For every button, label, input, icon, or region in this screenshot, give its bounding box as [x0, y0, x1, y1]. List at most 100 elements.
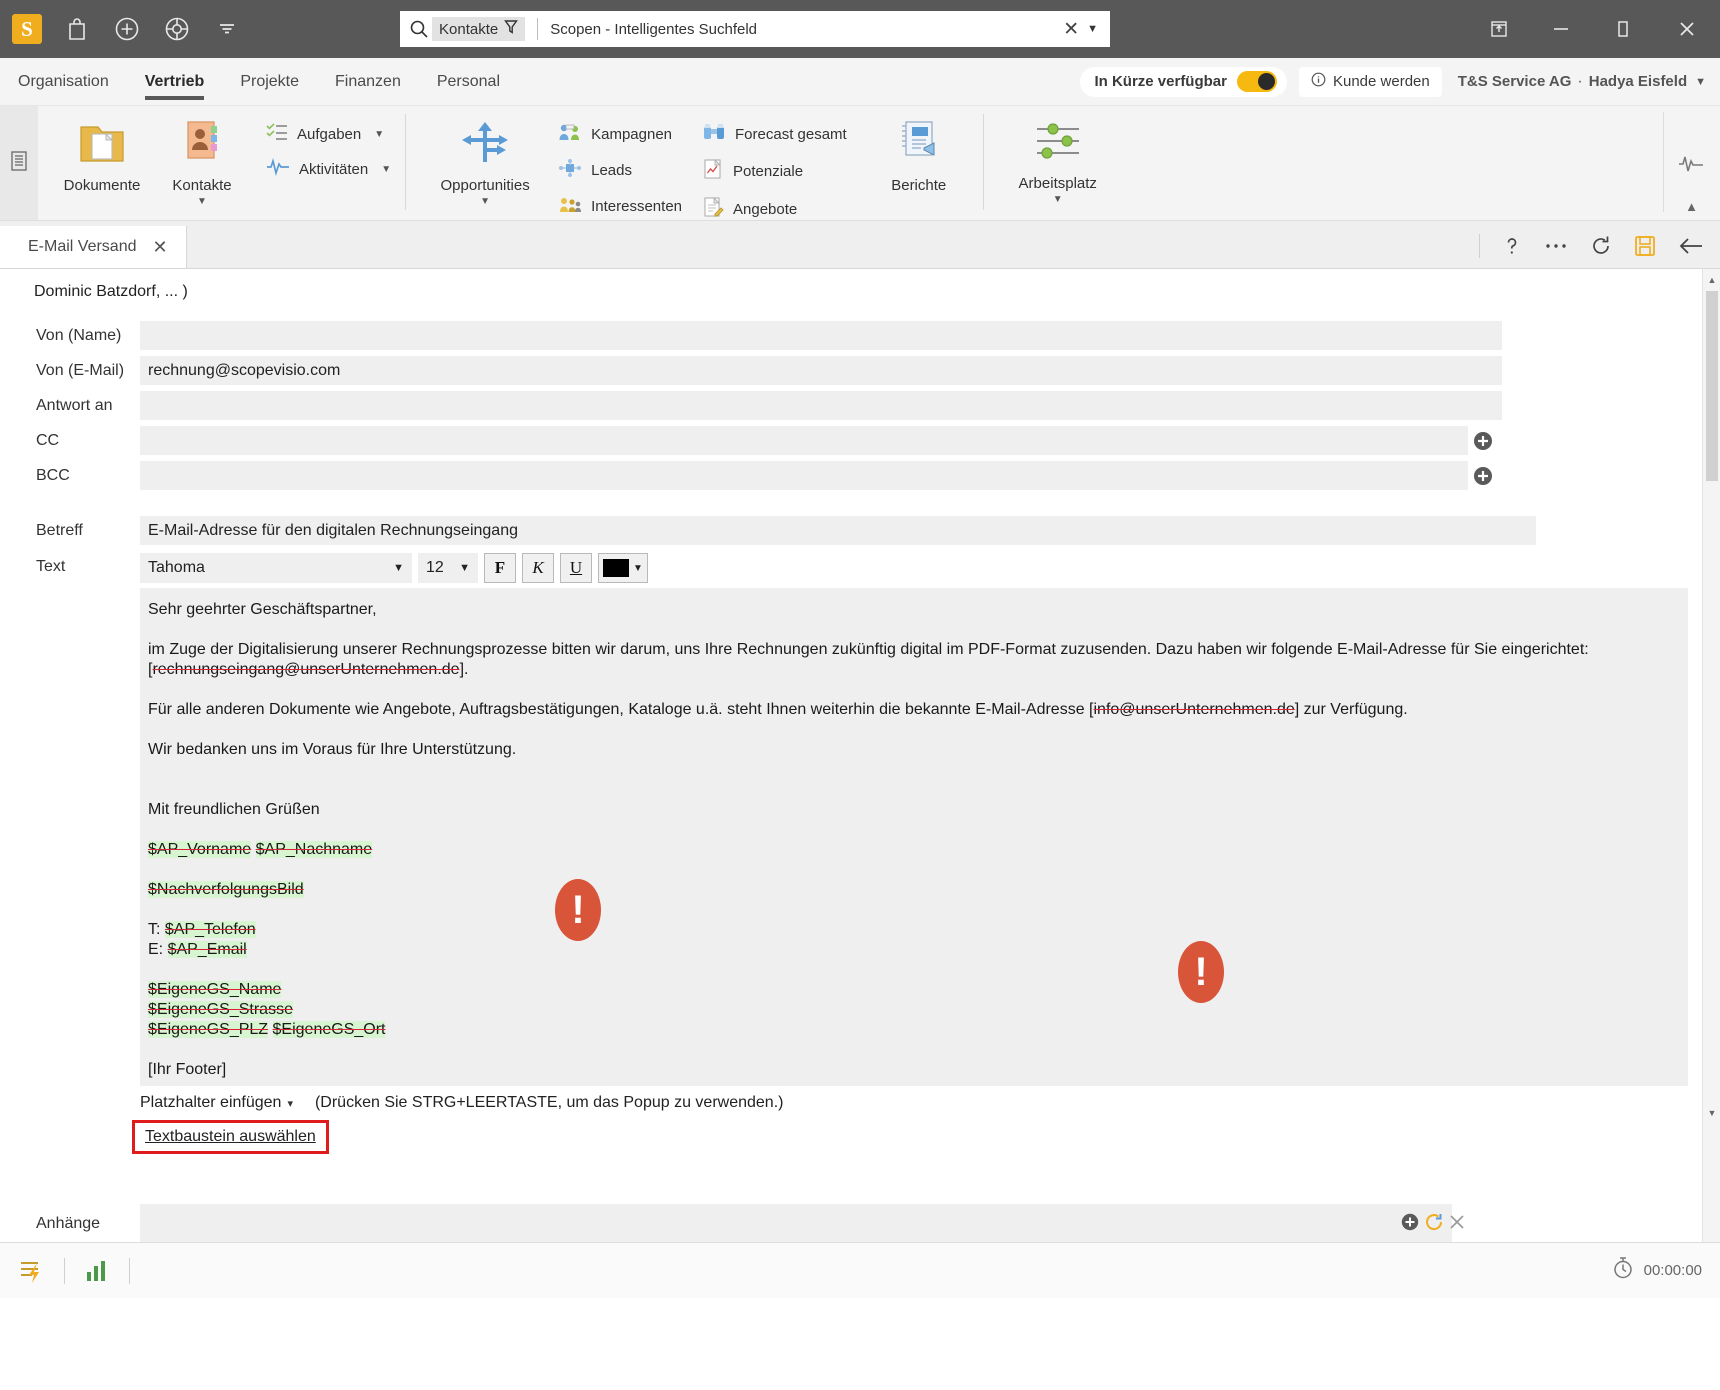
field-row-betreff: Betreff E-Mail-Adresse für den digitalen…	[0, 516, 1720, 545]
ribbon-button-opportunities[interactable]: Opportunities ▼	[420, 106, 550, 207]
add-icon[interactable]	[1400, 1212, 1420, 1237]
ribbon-button-forecast-gesamt[interactable]: Forecast gesamt	[702, 122, 847, 146]
refresh-icon[interactable]	[1590, 235, 1612, 257]
menu-item-vertrieb[interactable]: Vertrieb	[127, 58, 223, 106]
caret-down-icon[interactable]	[212, 14, 242, 44]
input-betreff[interactable]: E-Mail-Adresse für den digitalen Rechnun…	[140, 516, 1536, 545]
leads-icon	[558, 158, 582, 182]
menu-item-finanzen[interactable]: Finanzen	[317, 58, 419, 106]
refresh-attachment-icon[interactable]	[1424, 1212, 1444, 1237]
ribbon-button-potenziale[interactable]: Potenziale	[702, 158, 847, 184]
scroll-up-icon[interactable]: ▲	[1703, 271, 1720, 289]
ribbon-label-aufgaben: Aufgaben	[297, 125, 362, 143]
search-scope-chip[interactable]: Kontakte	[432, 17, 526, 41]
ribbon-button-aktivitaeten[interactable]: Aktivitäten ▼	[266, 157, 391, 180]
ribbon-button-aufgaben[interactable]: Aufgaben ▼	[266, 122, 391, 146]
chevron-down-icon[interactable]: ▼	[633, 563, 643, 574]
ribbon-button-kontakte[interactable]: Kontakte ▼	[152, 106, 252, 207]
tab-email-versand[interactable]: E-Mail Versand ✕	[0, 226, 187, 268]
scrollbar-thumb[interactable]	[1706, 291, 1718, 481]
email-form-area: ▲ ▼ Dominic Batzdorf, ... ) Von (Name) V…	[0, 269, 1720, 1242]
input-bcc[interactable]	[140, 461, 1468, 490]
restore-down-icon[interactable]	[1468, 0, 1530, 58]
chevron-down-icon[interactable]: ▼	[480, 196, 490, 207]
input-von-email[interactable]: rechnung@scopevisio.com	[140, 356, 1502, 385]
app-logo-icon[interactable]: S	[12, 14, 42, 44]
availability-toggle[interactable]: In Kürze verfügbar	[1080, 66, 1287, 97]
chevron-down-icon[interactable]: ▼	[1053, 194, 1063, 205]
ribbon-button-angebote[interactable]: Angebote	[702, 196, 847, 222]
save-icon[interactable]	[1634, 235, 1656, 257]
minimize-icon[interactable]	[1530, 0, 1592, 58]
ribbon-rail[interactable]	[0, 106, 38, 220]
plus-circle-icon[interactable]	[112, 14, 142, 44]
input-von-name[interactable]	[140, 321, 1502, 350]
ribbon-label-aktivitaeten: Aktivitäten	[299, 160, 369, 178]
email-address-1: rechnungseingang@unserUnternehmen.de	[152, 661, 460, 678]
toggle-switch[interactable]	[1236, 71, 1277, 92]
chevron-down-icon[interactable]: ▼	[374, 129, 384, 140]
form-scrollbar[interactable]: ▲ ▼	[1702, 269, 1720, 1242]
menu-item-projekte[interactable]: Projekte	[222, 58, 317, 106]
user-name[interactable]: Hadya Eisfeld	[1589, 73, 1687, 90]
ribbon-small-group-1: Aufgaben ▼ Aktivitäten ▼	[266, 106, 391, 180]
body-placeholder-gs-city: $EigeneGS_PLZ $EigeneGS_Ort	[148, 1021, 386, 1038]
tab-label: E-Mail Versand	[28, 238, 137, 255]
remove-icon[interactable]	[1448, 1213, 1466, 1236]
field-label-anhaenge: Anhänge	[36, 1215, 101, 1232]
global-search-bar[interactable]: Kontakte Scopen - Intelligentes Suchfeld…	[400, 11, 1110, 47]
become-customer-button[interactable]: Kunde werden	[1298, 66, 1442, 97]
bold-button[interactable]: F	[484, 553, 516, 583]
ribbon-button-berichte[interactable]: Berichte	[869, 106, 969, 194]
ribbon-button-interessenten[interactable]: Interessenten	[558, 194, 682, 218]
ribbon-collapse-icon[interactable]: ▲	[1685, 199, 1698, 214]
help-icon[interactable]	[1502, 235, 1522, 257]
ribbon-label-arbeitsplatz: Arbeitsplatz	[1018, 175, 1097, 192]
input-cc[interactable]	[140, 426, 1468, 455]
search-input[interactable]: Scopen - Intelligentes Suchfeld	[550, 21, 1055, 38]
lifebuoy-icon[interactable]	[162, 14, 192, 44]
font-family-select[interactable]: Tahoma ▼	[140, 553, 412, 583]
name-separator: ·	[1577, 72, 1583, 90]
ribbon-button-dokumente[interactable]: Dokumente	[52, 106, 152, 194]
email-body-editor[interactable]: Sehr geehrter Geschäftspartner, im Zuge …	[140, 588, 1688, 1086]
list-panel-icon[interactable]	[9, 150, 29, 177]
add-bcc-icon[interactable]	[1468, 465, 1498, 487]
more-icon[interactable]	[1544, 241, 1568, 251]
input-antwort-an[interactable]	[140, 391, 1502, 420]
ribbon-button-leads[interactable]: Leads	[558, 158, 682, 182]
ribbon-group-documents: Dokumente Kontakte ▼ Aufgaben ▼ Aktivitä…	[52, 106, 391, 221]
add-cc-icon[interactable]	[1468, 430, 1498, 452]
chevron-down-icon[interactable]: ▾	[287, 1097, 293, 1110]
bag-icon[interactable]	[62, 14, 92, 44]
ribbon-label-opportunities: Opportunities	[440, 177, 530, 194]
workflow-icon[interactable]	[18, 1257, 44, 1285]
underline-button[interactable]: U	[560, 553, 592, 583]
back-arrow-icon[interactable]	[1678, 236, 1704, 256]
close-icon[interactable]: ✕	[153, 237, 168, 258]
close-icon[interactable]	[1654, 0, 1720, 58]
italic-button[interactable]: K	[522, 553, 554, 583]
scroll-down-icon[interactable]: ▼	[1703, 1104, 1720, 1122]
insert-placeholder-link[interactable]: Platzhalter einfügen	[140, 1094, 281, 1112]
font-size-select[interactable]: 12 ▼	[418, 553, 478, 583]
menu-item-organisation[interactable]: Organisation	[0, 58, 127, 106]
maximize-icon[interactable]	[1592, 0, 1654, 58]
organisation-name[interactable]: T&S Service AG	[1458, 73, 1572, 90]
ribbon-group-reports: Berichte	[869, 106, 969, 221]
text-color-button[interactable]: ▼	[598, 553, 648, 583]
select-textblock-link[interactable]: Textbaustein auswählen	[145, 1128, 316, 1145]
folder-document-icon	[76, 118, 128, 171]
ribbon-label-angebote: Angebote	[733, 200, 798, 218]
chevron-down-icon[interactable]: ▼	[197, 196, 207, 207]
input-anhaenge[interactable]	[140, 1204, 1452, 1242]
user-chevron-down-icon[interactable]: ▼	[1695, 76, 1706, 88]
menu-item-personal[interactable]: Personal	[419, 58, 518, 106]
ribbon-button-arbeitsplatz[interactable]: Arbeitsplatz ▼	[998, 106, 1118, 205]
search-chevron-down-icon[interactable]: ▼	[1087, 23, 1104, 35]
chevron-down-icon[interactable]: ▼	[381, 164, 391, 175]
ribbon-button-kampagnen[interactable]: Kampagnen	[558, 122, 682, 146]
font-size-value: 12	[426, 559, 444, 576]
search-clear-icon[interactable]: ✕	[1055, 18, 1087, 41]
chart-bar-icon[interactable]	[83, 1258, 109, 1284]
